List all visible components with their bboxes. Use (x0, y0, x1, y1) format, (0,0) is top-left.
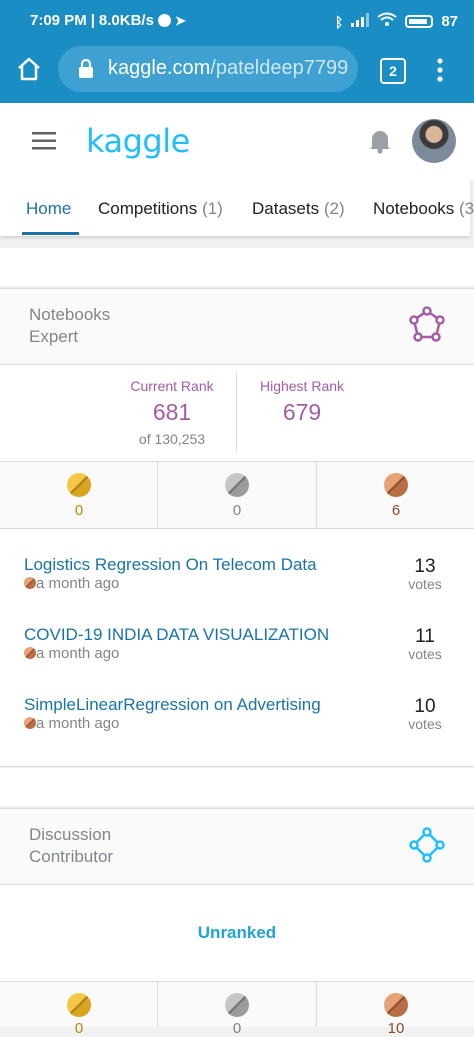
hamburger-menu-icon[interactable] (32, 132, 56, 155)
list-item[interactable]: SimpleLinearRegression on Advertising a … (24, 695, 454, 739)
list-item[interactable]: Logistics Regression On Telecom Data a m… (24, 555, 454, 599)
bronze-medal-count: 10 (387, 1020, 405, 1037)
vote-count: 13 (414, 556, 436, 577)
silver-medal-count: 0 (232, 1020, 242, 1037)
tab-home[interactable]: Home (26, 199, 71, 219)
divider (0, 288, 474, 289)
address-bar[interactable]: kaggle.com/pateldeep7799 (58, 46, 358, 92)
current-rank-label: Current Rank (130, 378, 214, 394)
vote-count: 10 (414, 696, 436, 717)
votes-label: votes (408, 646, 442, 662)
notebook-title[interactable]: SimpleLinearRegression on Advertising (24, 695, 454, 715)
bronze-medal-icon (384, 993, 408, 1017)
notebooks-expert-icon (408, 306, 446, 349)
empty-card (0, 248, 474, 286)
notebook-time: a month ago (24, 645, 454, 662)
bronze-medal-count: 6 (391, 502, 401, 519)
battery-icon (405, 15, 434, 28)
gold-medal-icon (67, 473, 91, 497)
notebooks-tier-label: Notebooks Expert (29, 305, 111, 346)
bronze-medal-icon (24, 647, 36, 659)
browser-menu-icon[interactable] (436, 58, 444, 87)
kaggle-logo[interactable]: kaggle (86, 122, 190, 160)
url-text: kaggle.com/pateldeep7799 (108, 57, 349, 79)
notebook-title[interactable]: COVID-19 INDIA DATA VISUALIZATION (24, 625, 454, 645)
silver-medal-count: 0 (232, 502, 242, 519)
discussion-contributor-icon (409, 827, 445, 868)
tab-switcher-button[interactable]: 2 (380, 58, 406, 84)
facebook-icon (157, 14, 171, 27)
kaggle-header (0, 103, 474, 180)
highest-rank-value: 679 (282, 399, 322, 425)
bronze-medal-icon (24, 717, 36, 729)
current-rank-total: of 130,253 (138, 431, 206, 447)
divider (0, 808, 474, 809)
medal-divider (316, 462, 317, 528)
gold-medal-icon (67, 993, 91, 1017)
wifi-icon (377, 12, 397, 31)
status-speed: 8.0KB/s (98, 12, 154, 29)
medal-divider (157, 462, 158, 528)
divider (0, 981, 474, 982)
status-time: 7:09 PM (30, 12, 87, 29)
bronze-medal-icon (384, 473, 408, 497)
gold-medal-count: 0 (74, 502, 84, 519)
profile-tabs: Home Competitions (1) Datasets (2) Noteb… (0, 180, 474, 236)
silver-medal-icon (225, 993, 249, 1017)
home-icon[interactable] (16, 56, 42, 87)
empty-card (0, 768, 474, 806)
notebook-title[interactable]: Logistics Regression On Telecom Data (24, 555, 454, 575)
votes-label: votes (408, 716, 442, 732)
list-item[interactable]: COVID-19 INDIA DATA VISUALIZATION a mont… (24, 625, 454, 669)
tab-notebooks[interactable]: Notebooks (3 (373, 199, 474, 219)
notifications-bell-icon[interactable] (368, 128, 392, 159)
silver-medal-icon (225, 473, 249, 497)
medal-divider (157, 982, 158, 1027)
discussion-rank-status: Unranked (197, 923, 277, 942)
status-bar: 7:09 PM | 8.0KB/s ➤ ᛒ 87 (0, 0, 474, 40)
notebook-time: a month ago (24, 575, 454, 592)
medal-divider (316, 982, 317, 1027)
bronze-medal-icon (24, 577, 36, 589)
notebook-time: a month ago (24, 715, 454, 732)
bluetooth-icon: ᛒ (334, 13, 344, 30)
lock-icon (78, 58, 94, 84)
votes-label: votes (408, 576, 442, 592)
gold-medal-count: 0 (74, 1020, 84, 1037)
divider (0, 461, 474, 462)
tab-competitions[interactable]: Competitions (1) (98, 199, 223, 219)
divider (0, 766, 474, 767)
tab-datasets[interactable]: Datasets (2) (252, 199, 345, 219)
current-rank-value: 681 (152, 399, 192, 425)
discussion-tier-label: Discussion Contributor (29, 825, 114, 866)
signal-icon (351, 12, 370, 31)
active-tab-indicator (22, 232, 79, 235)
user-avatar[interactable] (412, 119, 456, 163)
status-divider: | (90, 12, 95, 29)
highest-rank-label: Highest Rank (259, 378, 345, 394)
vote-count: 11 (415, 626, 435, 647)
battery-level: 87 (441, 13, 458, 30)
telegram-icon: ➤ (174, 12, 186, 28)
tab-count: 2 (389, 63, 397, 79)
